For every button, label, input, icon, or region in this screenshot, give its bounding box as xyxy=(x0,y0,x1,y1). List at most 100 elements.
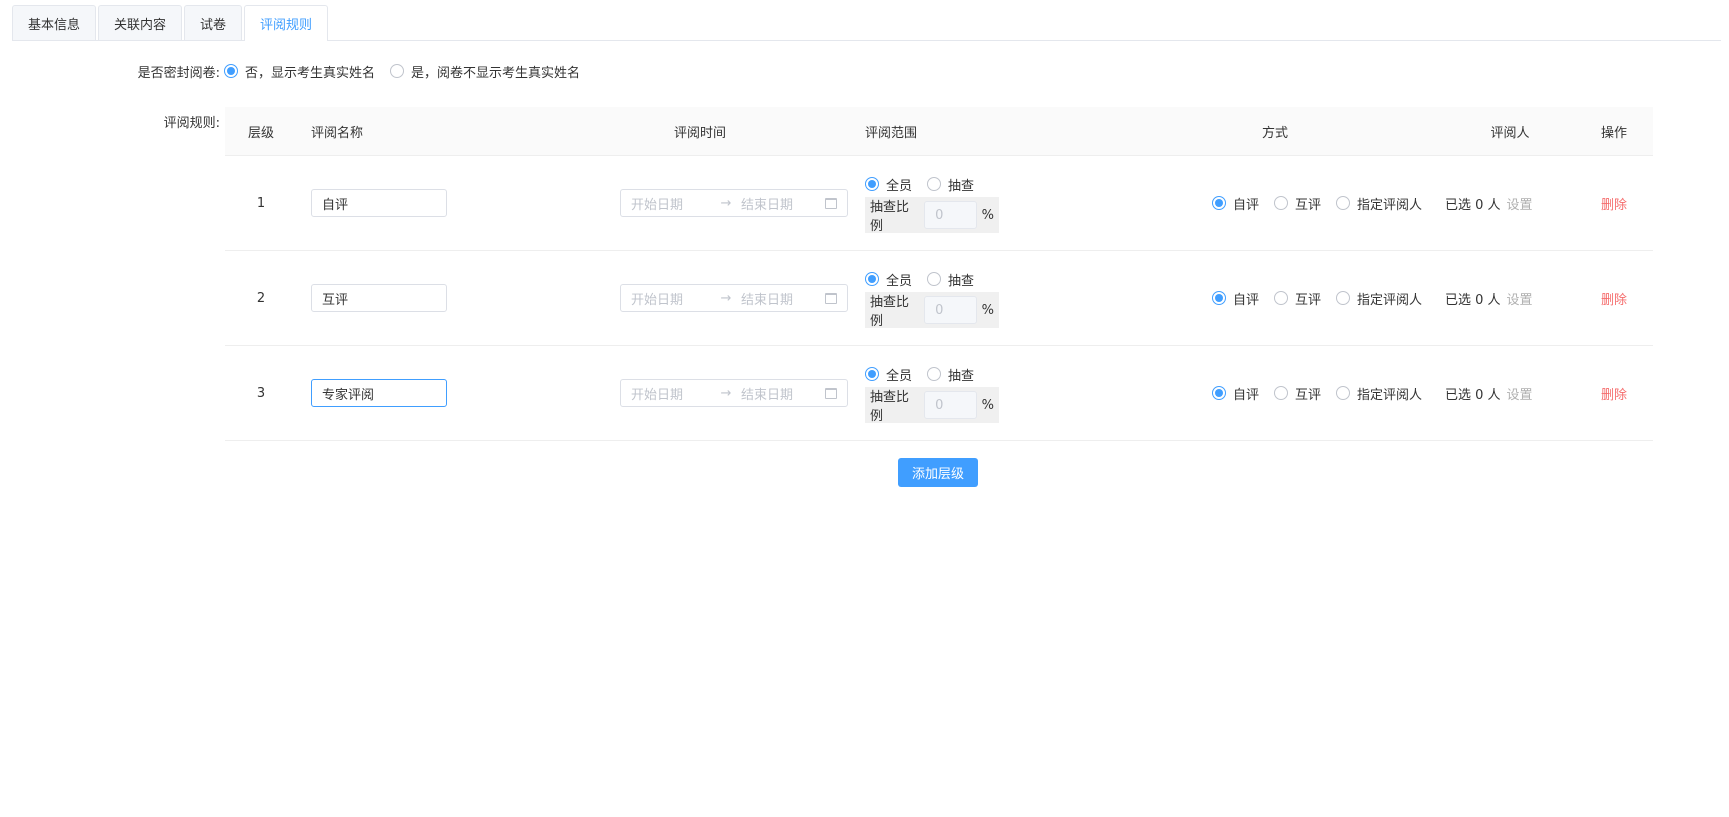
row-range-cell: 全员 抽查 抽查比例 0 % xyxy=(855,268,1105,329)
row-reviewer-cell: 已选 0 人设置 xyxy=(1445,384,1575,403)
mode-option-peer[interactable]: 互评 xyxy=(1274,289,1321,308)
row-mode-cell: 自评 互评 指定评阅人 xyxy=(1105,384,1445,403)
date-range-arrow: → xyxy=(720,290,732,306)
sample-ratio-input[interactable]: 0 xyxy=(924,201,977,229)
date-start-placeholder[interactable]: 开始日期 xyxy=(631,194,711,213)
sample-ratio-box: 抽查比例 0 % xyxy=(865,387,999,424)
review-name-input[interactable]: 互评 xyxy=(311,284,447,312)
mode-option-assigned[interactable]: 指定评阅人 xyxy=(1336,194,1422,213)
radio-unchecked-icon[interactable] xyxy=(927,177,942,191)
range-option-sample[interactable]: 抽查 xyxy=(927,175,974,194)
delete-row-link[interactable]: 删除 xyxy=(1601,293,1627,308)
radio-checked-icon[interactable] xyxy=(1212,386,1226,400)
radio-unchecked-icon[interactable] xyxy=(390,64,405,78)
range-all-label: 全员 xyxy=(886,178,913,194)
tab-review-rules[interactable]: 评阅规则 xyxy=(244,5,329,41)
mode-self-label: 自评 xyxy=(1233,197,1260,213)
row-range-cell: 全员 抽查 抽查比例 0 % xyxy=(855,173,1105,234)
blind-review-label: 是否密封阅卷: xyxy=(137,65,220,81)
sample-ratio-unit: % xyxy=(981,207,994,223)
radio-unchecked-icon[interactable] xyxy=(1274,386,1289,400)
calendar-icon[interactable] xyxy=(825,197,837,209)
date-range-arrow: → xyxy=(720,385,732,401)
date-end-placeholder[interactable]: 结束日期 xyxy=(741,384,825,403)
date-end-placeholder[interactable]: 结束日期 xyxy=(741,289,825,308)
header-mode: 方式 xyxy=(1261,125,1288,141)
mode-option-self[interactable]: 自评 xyxy=(1212,289,1259,308)
header-range: 评阅范围 xyxy=(865,125,918,141)
date-start-placeholder[interactable]: 开始日期 xyxy=(631,289,711,308)
blind-review-option-yes[interactable]: 是，阅卷不显示考生真实姓名 xyxy=(390,62,580,81)
radio-checked-icon[interactable] xyxy=(1212,196,1226,210)
mode-self-label: 自评 xyxy=(1233,292,1260,308)
mode-option-peer[interactable]: 互评 xyxy=(1274,384,1321,403)
row-reviewer-cell: 已选 0 人设置 xyxy=(1445,289,1575,308)
row-mode-cell: 自评 互评 指定评阅人 xyxy=(1105,194,1445,213)
header-time: 评阅时间 xyxy=(673,125,726,141)
row-name-cell: 专家评阅 xyxy=(297,379,525,407)
mode-option-peer[interactable]: 互评 xyxy=(1274,194,1321,213)
tab-basic-info[interactable]: 基本信息 xyxy=(12,5,97,40)
sample-ratio-input[interactable]: 0 xyxy=(924,296,977,324)
row-time-cell: 开始日期 → 结束日期 xyxy=(525,284,855,312)
sample-ratio-input[interactable]: 0 xyxy=(924,391,977,419)
radio-unchecked-icon[interactable] xyxy=(927,367,942,381)
review-name-input[interactable]: 专家评阅 xyxy=(311,379,447,407)
radio-unchecked-icon[interactable] xyxy=(1336,291,1351,305)
radio-unchecked-icon[interactable] xyxy=(927,272,942,286)
radio-checked-icon[interactable] xyxy=(1212,291,1226,305)
range-option-sample[interactable]: 抽查 xyxy=(927,365,974,384)
radio-checked-icon[interactable] xyxy=(865,272,879,286)
reviewer-set-link[interactable]: 设置 xyxy=(1507,293,1533,308)
reviewer-set-link[interactable]: 设置 xyxy=(1507,198,1533,213)
radio-checked-icon[interactable] xyxy=(865,177,879,191)
mode-option-self[interactable]: 自评 xyxy=(1212,194,1259,213)
sample-ratio-box: 抽查比例 0 % xyxy=(865,292,999,329)
calendar-icon[interactable] xyxy=(825,387,837,399)
radio-unchecked-icon[interactable] xyxy=(1274,291,1289,305)
range-sample-label: 抽查 xyxy=(948,368,975,384)
date-range-arrow: → xyxy=(720,195,732,211)
date-range-picker[interactable]: 开始日期 → 结束日期 xyxy=(620,379,848,407)
mode-option-assigned[interactable]: 指定评阅人 xyxy=(1336,384,1422,403)
blind-review-option-no[interactable]: 否，显示考生真实姓名 xyxy=(224,62,375,81)
review-rules-label: 评阅规则: xyxy=(163,116,220,131)
header-reviewer: 评阅人 xyxy=(1490,125,1530,141)
mode-option-assigned[interactable]: 指定评阅人 xyxy=(1336,289,1422,308)
radio-checked-icon[interactable] xyxy=(224,64,238,78)
review-name-input[interactable]: 自评 xyxy=(311,189,447,217)
tab-related-content[interactable]: 关联内容 xyxy=(98,5,183,40)
mode-option-self[interactable]: 自评 xyxy=(1212,384,1259,403)
table-body: 1 自评 开始日期 → 结束日期 全员 抽查 抽查比例 0 % 自评 互评 指定… xyxy=(225,156,1653,441)
radio-checked-icon[interactable] xyxy=(865,367,879,381)
delete-row-link[interactable]: 删除 xyxy=(1601,388,1627,403)
mode-peer-label: 互评 xyxy=(1295,387,1322,403)
date-start-placeholder[interactable]: 开始日期 xyxy=(631,384,711,403)
reviewer-count: 已选 0 人 xyxy=(1445,292,1501,308)
sample-ratio-label: 抽查比例 xyxy=(870,390,910,424)
range-option-all[interactable]: 全员 xyxy=(865,365,912,384)
range-option-sample[interactable]: 抽查 xyxy=(927,270,974,289)
delete-row-link[interactable]: 删除 xyxy=(1601,198,1627,213)
row-level: 3 xyxy=(256,385,266,401)
radio-unchecked-icon[interactable] xyxy=(1274,196,1289,210)
row-range-cell: 全员 抽查 抽查比例 0 % xyxy=(855,363,1105,424)
blind-review-row: 是否密封阅卷: 否，显示考生真实姓名 是，阅卷不显示考生真实姓名 xyxy=(120,60,595,82)
tab-exam-paper[interactable]: 试卷 xyxy=(184,5,243,40)
radio-unchecked-icon[interactable] xyxy=(1336,196,1351,210)
row-operation-cell: 删除 xyxy=(1575,384,1653,403)
blind-review-option-yes-label: 是，阅卷不显示考生真实姓名 xyxy=(411,65,581,81)
date-end-placeholder[interactable]: 结束日期 xyxy=(741,194,825,213)
range-sample-label: 抽查 xyxy=(948,273,975,289)
add-level-button[interactable]: 添加层级 xyxy=(898,458,978,487)
table-row: 2 互评 开始日期 → 结束日期 全员 抽查 抽查比例 0 % 自评 互评 指定… xyxy=(225,251,1653,346)
date-range-picker[interactable]: 开始日期 → 结束日期 xyxy=(620,284,848,312)
calendar-icon[interactable] xyxy=(825,292,837,304)
tab-bar: 基本信息 关联内容 试卷 评阅规则 xyxy=(12,5,1721,41)
radio-unchecked-icon[interactable] xyxy=(1336,386,1351,400)
date-range-picker[interactable]: 开始日期 → 结束日期 xyxy=(620,189,848,217)
header-level: 层级 xyxy=(247,125,274,141)
range-option-all[interactable]: 全员 xyxy=(865,175,912,194)
reviewer-set-link[interactable]: 设置 xyxy=(1507,388,1533,403)
range-option-all[interactable]: 全员 xyxy=(865,270,912,289)
